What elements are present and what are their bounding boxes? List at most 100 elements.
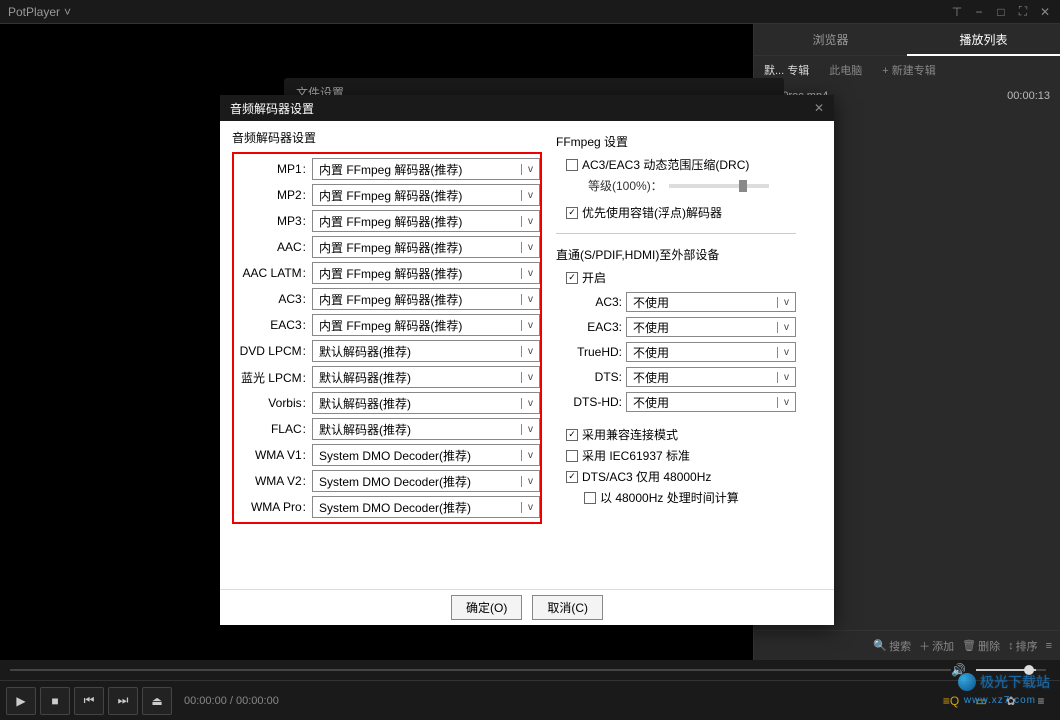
passthrough-combo[interactable]: 不使用v [626,367,796,387]
passthrough-combo[interactable]: 不使用v [626,342,796,362]
calc48-checkbox[interactable] [584,492,596,504]
chevron-down-icon: v [521,424,539,435]
eject-button[interactable]: ⏏ [142,687,172,715]
search-icon: 🔍 [873,639,887,652]
passthrough-combo[interactable]: 不使用v [626,317,796,337]
subtab-computer[interactable]: 此电脑 [819,56,872,84]
decoder-label: Vorbis [234,396,312,410]
watermark: 极光下载站 [958,672,1050,692]
decoder-label: 蓝光 LPCM [234,369,312,386]
volume-slider[interactable] [976,669,1046,671]
sidebar-delete-button[interactable]: 🗑删除 [962,638,1000,654]
passthrough-label: AC3 [556,295,626,309]
sidebar-add-button[interactable]: ＋添加 [919,638,954,654]
decoder-label: MP1 [234,162,312,176]
decoder-combo[interactable]: 默认解码器(推荐)v [312,392,540,414]
decoder-row: 蓝光 LPCM默认解码器(推荐)v [234,366,540,388]
decoder-combo[interactable]: 内置 FFmpeg 解码器(推荐)v [312,236,540,258]
decoder-combo[interactable]: 内置 FFmpeg 解码器(推荐)v [312,184,540,206]
decoder-label: MP3 [234,214,312,228]
decoder-combo[interactable]: 默认解码器(推荐)v [312,418,540,440]
pin-button[interactable]: ⊤ [950,5,964,19]
app-title: PotPlayer [8,5,60,19]
chevron-down-icon: v [777,347,795,358]
fullscreen-button[interactable]: ⛶ [1016,5,1030,19]
decoder-combo[interactable]: System DMO Decoder(推荐)v [312,470,540,492]
stop-button[interactable]: ■ [40,687,70,715]
prev-button[interactable]: ⏮ [74,687,104,715]
decoder-row: MP2内置 FFmpeg 解码器(推荐)v [234,184,540,206]
title-dropdown-icon[interactable]: ˅ [64,5,71,19]
decoder-label: WMA Pro [234,500,312,514]
tab-playlist[interactable]: 播放列表 [907,24,1060,56]
decoder-label: AAC LATM [234,266,312,280]
chevron-down-icon: v [521,268,539,279]
decoder-combo[interactable]: 内置 FFmpeg 解码器(推荐)v [312,262,540,284]
decoder-combo[interactable]: 内置 FFmpeg 解码器(推荐)v [312,158,540,180]
decoder-combo[interactable]: System DMO Decoder(推荐)v [312,444,540,466]
compat-mode-checkbox[interactable] [566,429,578,441]
progress-bar[interactable]: 🔊 [0,660,1060,680]
decoder-combo[interactable]: System DMO Decoder(推荐)v [312,496,540,518]
passthrough-combo[interactable]: 不使用v [626,392,796,412]
decoder-combo[interactable]: 内置 FFmpeg 解码器(推荐)v [312,288,540,310]
drc-checkbox[interactable] [566,159,578,171]
restore-button[interactable]: □ [994,5,1008,19]
decoder-label: DVD LPCM [234,344,312,358]
float-decoder-checkbox[interactable] [566,207,578,219]
passthrough-label: DTS-HD [556,395,626,409]
dialog-close-button[interactable]: ✕ [814,101,824,115]
sidebar-menu-button[interactable]: ≡ [1046,640,1052,652]
sidebar-search-button[interactable]: 🔍搜索 [873,638,911,654]
decoder-row: AAC LATM内置 FFmpeg 解码器(推荐)v [234,262,540,284]
decoder-label: EAC3 [234,318,312,332]
dts48-checkbox[interactable] [566,471,578,483]
passthrough-row: DTS不使用v [556,367,796,387]
cancel-button[interactable]: 取消(C) [532,595,603,620]
decoder-row: AC3内置 FFmpeg 解码器(推荐)v [234,288,540,310]
minimize-button[interactable]: − [972,5,986,19]
drc-level-slider[interactable] [669,184,769,188]
chevron-down-icon: v [521,164,539,175]
decoder-row: EAC3内置 FFmpeg 解码器(推荐)v [234,314,540,336]
chevron-down-icon: v [521,398,539,409]
decoder-row: Vorbis默认解码器(推荐)v [234,392,540,414]
dialog-title: 音频解码器设置 [230,100,314,117]
iec-checkbox[interactable] [566,450,578,462]
passthrough-label: DTS [556,370,626,384]
chevron-down-icon: v [777,372,795,383]
decoder-row: WMA ProSystem DMO Decoder(推荐)v [234,496,540,518]
decoder-label: WMA V2 [234,474,312,488]
passthrough-label: TrueHD [556,345,626,359]
passthrough-row: DTS-HD不使用v [556,392,796,412]
decoder-label: AAC [234,240,312,254]
decoder-row: MP1内置 FFmpeg 解码器(推荐)v [234,158,540,180]
passthrough-combo[interactable]: 不使用v [626,292,796,312]
decoder-combo[interactable]: 内置 FFmpeg 解码器(推荐)v [312,210,540,232]
next-button[interactable]: ⏭ [108,687,138,715]
decoder-label: WMA V1 [234,448,312,462]
playlist-item-duration: 00:00:13 [1007,90,1050,102]
chevron-down-icon: v [521,216,539,227]
decoder-highlight-box: MP1内置 FFmpeg 解码器(推荐)vMP2内置 FFmpeg 解码器(推荐… [232,152,542,524]
decoder-section-label: 音频解码器设置 [232,129,542,146]
subtab-new-album[interactable]: + 新建专辑 [872,56,945,84]
close-button[interactable]: ✕ [1038,5,1052,19]
sidebar-sort-button[interactable]: ↕排序 [1008,638,1038,654]
control-bar: ▶ ■ ⏮ ⏭ ⏏ 00:00:00 / 00:00:00 ≡Q ▭ ✿ ≡ [0,680,1060,720]
tab-browser[interactable]: 浏览器 [754,24,907,56]
decoder-label: FLAC [234,422,312,436]
ok-button[interactable]: 确定(O) [451,595,522,620]
decoder-row: WMA V2System DMO Decoder(推荐)v [234,470,540,492]
decoder-row: AAC内置 FFmpeg 解码器(推荐)v [234,236,540,258]
chevron-down-icon: v [521,242,539,253]
chevron-down-icon: v [777,397,795,408]
decoder-row: WMA V1System DMO Decoder(推荐)v [234,444,540,466]
decoder-combo[interactable]: 默认解码器(推荐)v [312,340,540,362]
play-button[interactable]: ▶ [6,687,36,715]
decoder-combo[interactable]: 内置 FFmpeg 解码器(推荐)v [312,314,540,336]
decoder-combo[interactable]: 默认解码器(推荐)v [312,366,540,388]
passthrough-enable-checkbox[interactable] [566,272,578,284]
chevron-down-icon: v [521,372,539,383]
title-bar: PotPlayer ˅ ⊤ − □ ⛶ ✕ [0,0,1060,24]
